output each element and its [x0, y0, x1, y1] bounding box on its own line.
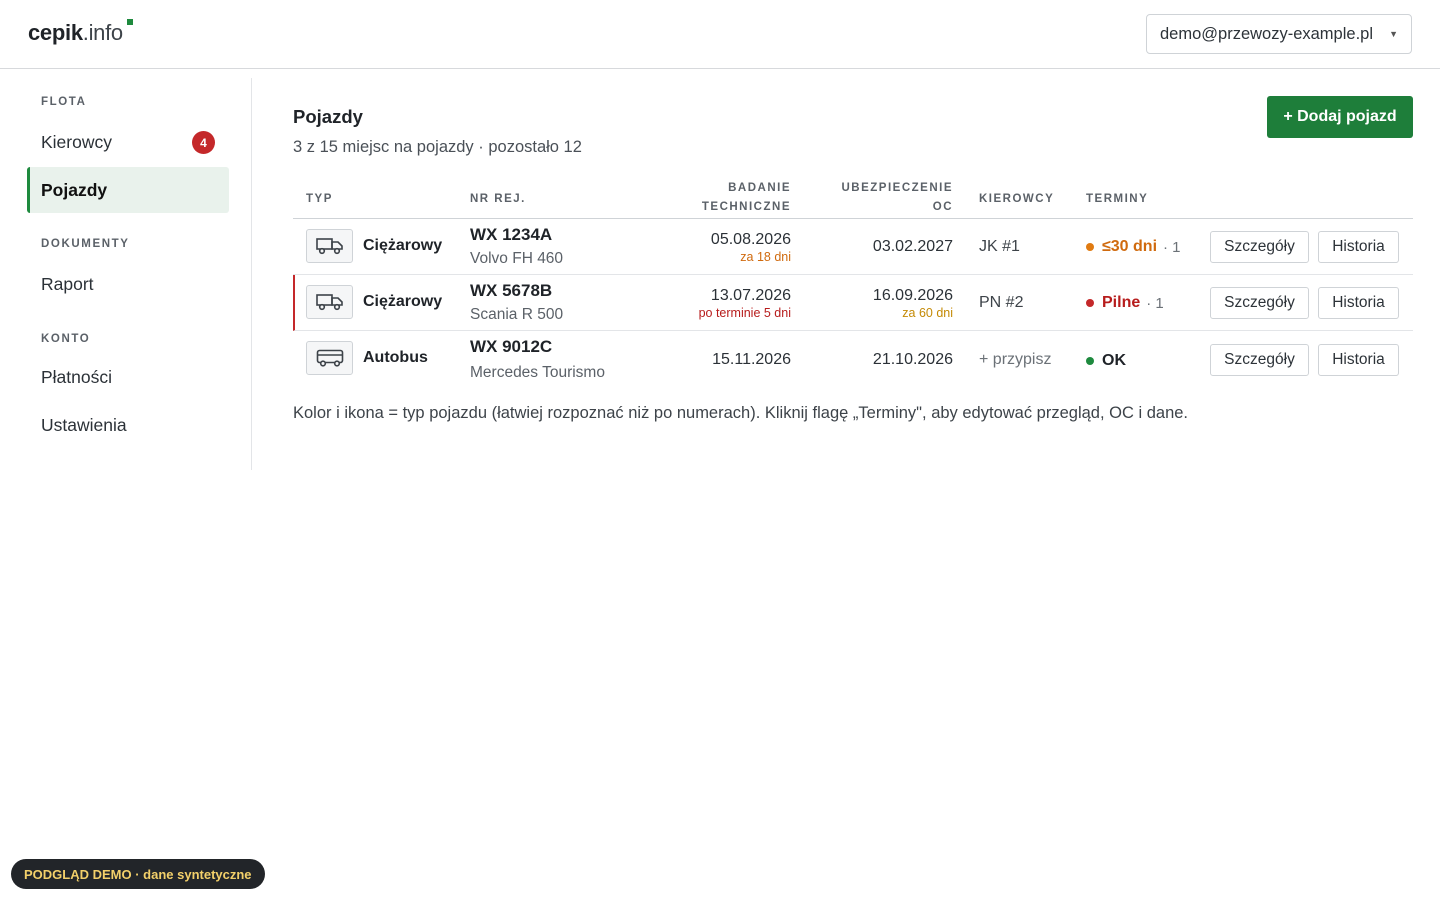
- terms-status: ≤30 dni: [1102, 238, 1158, 255]
- insurance-cell: 03.02.2027: [873, 238, 953, 256]
- section-label-dokumenty: DOKUMENTY: [41, 238, 130, 250]
- history-button[interactable]: Historia: [1318, 287, 1399, 319]
- sidebar-item-kierowcy[interactable]: Kierowcy 4: [27, 119, 229, 165]
- sidebar-item-label: Ustawienia: [41, 414, 127, 435]
- page-title: Pojazdy: [293, 106, 363, 127]
- app-header: cepik.info demo@przewozy-example.pl ▼: [0, 0, 1440, 69]
- terms-count: · 1: [1163, 238, 1181, 256]
- help-note: Kolor i ikona = typ pojazdu (łatwiej roz…: [293, 404, 1189, 422]
- insurance-cell: 16.09.2026 za 60 dni: [873, 287, 953, 320]
- col-header-drivers: KIEROWCY: [979, 193, 1055, 205]
- driver-cell[interactable]: JK #1: [979, 238, 1020, 256]
- terms-count: · 1: [1146, 294, 1164, 312]
- col-header-insurance-line2: OC: [932, 201, 953, 213]
- sidebar-item-pojazdy[interactable]: Pojazdy: [27, 167, 229, 213]
- logo[interactable]: cepik.info: [28, 19, 133, 46]
- plate-number: WX 5678B: [470, 281, 553, 300]
- page-subtitle: 3 z 15 miejsc na pojazdy · pozostało 12: [293, 138, 582, 156]
- inspection-cell: 13.07.2026 po terminie 5 dni: [699, 287, 791, 320]
- status-dot-icon: [1086, 299, 1094, 307]
- col-header-terms: TERMINY: [1086, 193, 1149, 205]
- terms-status: Pilne: [1102, 294, 1141, 311]
- bus-icon: [306, 341, 353, 375]
- sidebar: FLOTA Kierowcy 4 Pojazdy DOKUMENTY Rapor…: [0, 78, 252, 470]
- add-vehicle-button[interactable]: + Dodaj pojazd: [1267, 96, 1413, 138]
- plate-number: WX 9012C: [470, 337, 553, 356]
- inspection-cell: 05.08.2026 za 18 dni: [711, 231, 791, 264]
- table-row[interactable]: Autobus WX 9012C Mercedes Tourismo 15.11…: [293, 331, 1413, 387]
- section-label-konto: KONTO: [41, 333, 91, 345]
- inspection-note: po terminie 5 dni: [698, 306, 791, 320]
- sidebar-item-label: Pojazdy: [41, 179, 108, 200]
- chevron-down-icon: ▼: [1389, 29, 1398, 39]
- vehicle-type: Ciężarowy: [363, 237, 443, 254]
- account-email: demo@przewozy-example.pl: [1160, 24, 1374, 43]
- col-header-type: TYP: [306, 193, 333, 205]
- count-badge: 4: [192, 131, 215, 154]
- vehicle-model: Mercedes Tourismo: [470, 364, 605, 381]
- vehicles-table: TYP NR REJ. BADANIE TECHNICZNE UBEZPIECZ…: [293, 178, 1413, 387]
- terms-flag[interactable]: ≤30 dni · 1: [1086, 238, 1181, 256]
- inspection-date: 13.07.2026: [710, 287, 791, 304]
- col-header-insurance-line1: UBEZPIECZENIE: [841, 182, 953, 194]
- terms-status: OK: [1102, 352, 1126, 369]
- insurance-cell: 21.10.2026: [873, 351, 953, 369]
- driver-cell[interactable]: PN #2: [979, 294, 1023, 312]
- status-dot-icon: [1086, 243, 1094, 251]
- sidebar-item-label: Raport: [41, 273, 94, 294]
- terms-flag[interactable]: Pilne · 1: [1086, 294, 1164, 312]
- sidebar-item-ustawienia[interactable]: Ustawienia: [27, 402, 229, 448]
- sidebar-item-label: Płatności: [41, 366, 113, 387]
- sidebar-item-raport[interactable]: Raport: [27, 261, 229, 307]
- inspection-note: za 18 dni: [740, 250, 791, 264]
- logo-tld: .info: [82, 20, 123, 45]
- table-row[interactable]: Ciężarowy WX 1234A Volvo FH 460 05.08.20…: [293, 219, 1413, 275]
- col-header-inspection-line1: BADANIE: [728, 182, 791, 194]
- col-header-insurance: UBEZPIECZENIE OC: [841, 179, 953, 217]
- inspection-cell: 15.11.2026: [712, 351, 791, 369]
- terms-flag[interactable]: OK: [1086, 352, 1126, 370]
- details-button[interactable]: Szczegóły: [1210, 344, 1309, 376]
- account-dropdown[interactable]: demo@przewozy-example.pl ▼: [1146, 14, 1412, 54]
- assign-driver-link[interactable]: + przypisz: [979, 351, 1051, 369]
- table-row[interactable]: Ciężarowy WX 5678B Scania R 500 13.07.20…: [293, 275, 1413, 331]
- vehicle-model: Volvo FH 460: [470, 250, 564, 267]
- sidebar-item-platnosci[interactable]: Płatności: [27, 354, 229, 400]
- details-button[interactable]: Szczegóły: [1210, 287, 1309, 319]
- section-label-flota: FLOTA: [41, 96, 87, 108]
- col-header-plate: NR REJ.: [470, 193, 526, 205]
- history-button[interactable]: Historia: [1318, 231, 1399, 263]
- col-header-inspection: BADANIE TECHNICZNE: [702, 179, 791, 217]
- details-button[interactable]: Szczegóły: [1210, 231, 1309, 263]
- history-button[interactable]: Historia: [1318, 344, 1399, 376]
- inspection-date: 05.08.2026: [710, 231, 791, 248]
- insurance-note: za 60 dni: [902, 306, 953, 320]
- sidebar-item-label: Kierowcy: [41, 131, 112, 152]
- insurance-date: 21.10.2026: [872, 351, 953, 368]
- insurance-date: 16.09.2026: [872, 287, 953, 304]
- plate-number: WX 1234A: [470, 225, 553, 244]
- inspection-date: 15.11.2026: [712, 351, 791, 368]
- status-dot-icon: [1086, 357, 1094, 365]
- table-header: TYP NR REJ. BADANIE TECHNICZNE UBEZPIECZ…: [293, 178, 1413, 219]
- logo-brand: cepik: [28, 20, 83, 45]
- demo-badge: PODGLĄD DEMO · dane syntetyczne: [11, 859, 265, 889]
- truck-icon: [306, 285, 353, 319]
- truck-icon: [306, 229, 353, 263]
- logo-square-icon: [126, 19, 133, 25]
- insurance-date: 03.02.2027: [872, 238, 953, 255]
- vehicle-type: Ciężarowy: [363, 293, 443, 310]
- vehicle-model: Scania R 500: [470, 306, 564, 323]
- col-header-inspection-line2: TECHNICZNE: [701, 201, 791, 213]
- vehicle-type: Autobus: [363, 349, 428, 366]
